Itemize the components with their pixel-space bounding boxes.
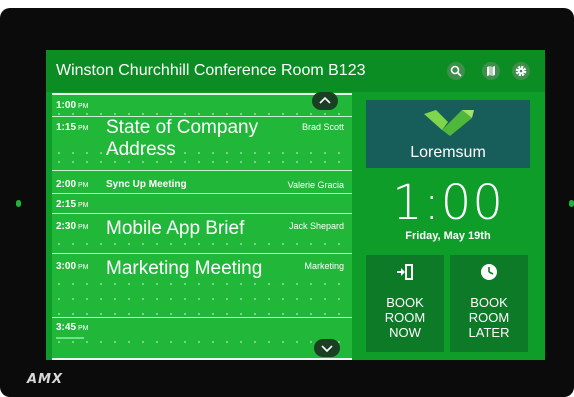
current-time-indicator [56, 337, 84, 339]
room-title: Winston Churchhill Conference Room B123 [56, 62, 366, 79]
touch-screen: Winston Churchhill Conference Room B123 [46, 50, 545, 360]
company-logo: Loremsum [366, 100, 530, 168]
current-time: 1:00 [392, 175, 504, 231]
event-title[interactable]: Sync Up Meeting [106, 179, 187, 190]
event-organizer: Valerie Gracia [287, 180, 344, 190]
map-button[interactable] [482, 62, 500, 80]
label-line: ROOM [468, 310, 510, 325]
slot-divider-dotted [52, 313, 352, 315]
settings-button[interactable] [512, 62, 530, 80]
event-organizer: Jack Shepard [288, 221, 344, 231]
slot-divider-dotted [52, 283, 352, 285]
slot-divider-dotted [52, 113, 352, 115]
label-line: BOOK [470, 295, 508, 310]
slot-divider [52, 213, 352, 214]
event-title[interactable]: Marketing Meeting [106, 258, 262, 280]
label-line: NOW [389, 325, 421, 340]
slot-divider [52, 253, 352, 254]
slot-divider-dotted [52, 243, 352, 245]
logo-mark-icon [424, 110, 474, 136]
event-organizer: Brad Scott [301, 122, 344, 132]
label-line: LATER [468, 325, 510, 340]
time-slot-label: 1:15 PM [56, 122, 89, 133]
header-bar: Winston Churchhill Conference Room B123 [46, 50, 545, 92]
slot-divider [52, 317, 352, 318]
label-line: ROOM [384, 310, 426, 325]
chevron-down-icon [321, 345, 333, 353]
current-date: Friday, May 19th [405, 230, 491, 242]
clock-icon [481, 264, 497, 280]
schedule-bottom-border [52, 358, 352, 360]
book-room-now-button[interactable]: BOOK ROOM NOW [366, 255, 444, 352]
company-name: Loremsum [410, 144, 486, 161]
scroll-up-button[interactable] [312, 92, 338, 110]
book-room-later-button[interactable]: BOOK ROOM LATER [450, 255, 528, 352]
time-slot-label: 2:00 PM [56, 179, 89, 190]
event-organizer: Marketing [304, 261, 344, 271]
slot-divider [52, 170, 352, 171]
search-icon [450, 65, 462, 77]
event-title[interactable]: Mobile App Brief [106, 218, 244, 240]
left-indicator-light [16, 200, 21, 207]
gear-icon [515, 65, 527, 77]
slot-divider-dotted [52, 341, 352, 343]
schedule-top-border [52, 93, 352, 95]
book-room-later-label: BOOK ROOM LATER [450, 295, 528, 340]
book-room-now-label: BOOK ROOM NOW [366, 295, 444, 340]
scroll-down-button[interactable] [314, 339, 340, 357]
time-slot-label: 1:00 PM [56, 100, 89, 111]
event-title[interactable]: State of Company Address [106, 117, 258, 161]
search-button[interactable] [447, 62, 465, 80]
chevron-up-icon [319, 96, 331, 104]
map-icon [487, 66, 495, 76]
door-enter-icon [397, 264, 413, 280]
event-title-line: Address [106, 139, 176, 160]
time-slot-label: 3:00 PM [56, 261, 89, 272]
brand-logo: AMX [27, 372, 64, 387]
right-indicator-light [569, 200, 574, 207]
slot-divider [52, 193, 352, 194]
time-slot-label: 2:15 PM [56, 199, 89, 210]
label-line: BOOK [386, 295, 424, 310]
slot-divider-dotted [52, 298, 352, 300]
slot-divider-dotted [52, 152, 352, 154]
time-slot-label: 2:30 PM [56, 221, 89, 232]
slot-divider-dotted [52, 161, 352, 163]
time-slot-label: 3:45 PM [56, 322, 89, 333]
event-title-line: State of Company [106, 117, 259, 138]
schedule-list[interactable]: 1:00 PM 1:15 PM State of Company Address B… [52, 93, 352, 360]
